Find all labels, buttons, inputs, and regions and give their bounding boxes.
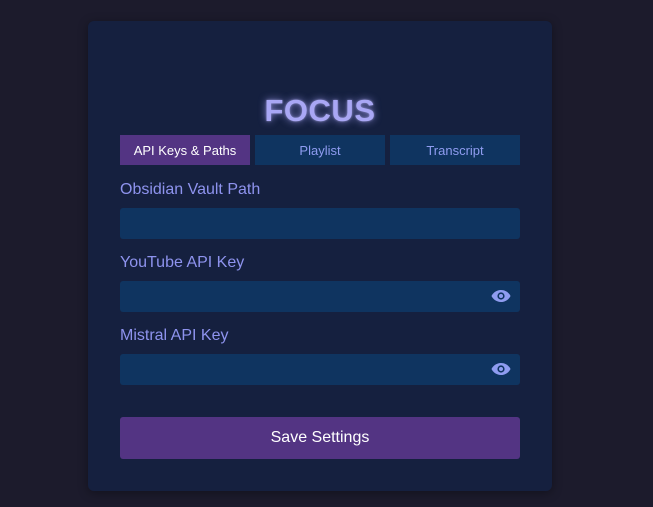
- vault-path-input[interactable]: [120, 208, 520, 239]
- vault-path-field-wrapper: [120, 208, 520, 239]
- tab-api-keys-paths[interactable]: API Keys & Paths: [120, 135, 250, 165]
- settings-panel: FOCUS API Keys & Paths Playlist Transcri…: [88, 21, 552, 491]
- eye-icon[interactable]: [491, 289, 511, 303]
- eye-icon[interactable]: [491, 362, 511, 376]
- youtube-api-key-input[interactable]: [120, 281, 520, 312]
- tab-bar: API Keys & Paths Playlist Transcript: [120, 135, 520, 165]
- app-title: FOCUS: [264, 93, 376, 128]
- mistral-api-key-label: Mistral API Key: [120, 327, 229, 344]
- mistral-api-key-field-wrapper: [120, 354, 520, 385]
- tab-playlist[interactable]: Playlist: [255, 135, 385, 165]
- save-settings-button[interactable]: Save Settings: [120, 417, 520, 459]
- tab-transcript[interactable]: Transcript: [390, 135, 520, 165]
- youtube-api-key-label: YouTube API Key: [120, 254, 245, 271]
- vault-path-label: Obsidian Vault Path: [120, 181, 261, 198]
- mistral-api-key-input[interactable]: [120, 354, 520, 385]
- youtube-api-key-field-wrapper: [120, 281, 520, 312]
